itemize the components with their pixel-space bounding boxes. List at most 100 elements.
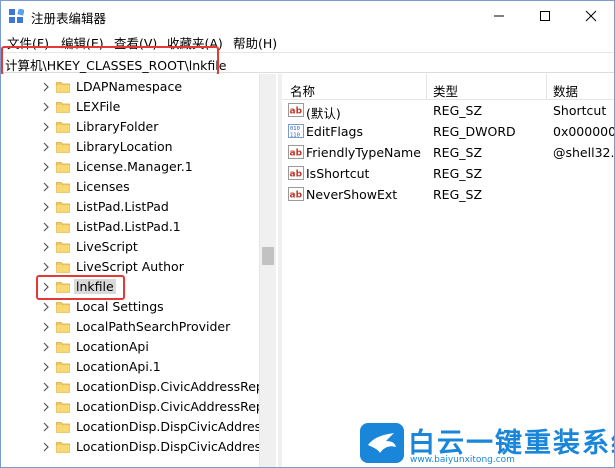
tree-item-label: LiveScript Author bbox=[76, 259, 184, 274]
string-value-icon: ab bbox=[288, 145, 304, 159]
svg-text:110: 110 bbox=[290, 133, 300, 139]
tree-item-label: ListPad.ListPad.1 bbox=[76, 219, 181, 234]
svg-text:ab: ab bbox=[290, 170, 303, 180]
column-header-name[interactable]: 名称 bbox=[290, 81, 315, 100]
maximize-icon bbox=[540, 11, 550, 21]
chevron-right-icon[interactable] bbox=[41, 322, 51, 332]
folder-icon bbox=[56, 302, 70, 313]
tree-item[interactable]: ListPad.ListPad bbox=[1, 197, 259, 217]
chevron-right-icon[interactable] bbox=[41, 202, 51, 212]
value-row[interactable]: 010110EditFlagsREG_DWORD0x0000000 bbox=[282, 121, 614, 142]
value-data: Shortcut bbox=[553, 103, 607, 118]
bird-logo-icon bbox=[360, 423, 404, 463]
value-row[interactable]: ab (默认) REG_SZ Shortcut bbox=[282, 100, 614, 121]
tree-item-label: LocationDisp.CivicAddressRepo bbox=[76, 399, 272, 414]
chevron-right-icon[interactable] bbox=[41, 282, 51, 292]
chevron-right-icon[interactable] bbox=[41, 402, 51, 412]
tree-item[interactable]: LocationDisp.DispCivicAddressR bbox=[1, 437, 276, 457]
tree-item-label: LDAPNamespace bbox=[76, 79, 183, 94]
tree-item[interactable]: LibraryFolder bbox=[1, 117, 259, 137]
value-row[interactable]: ab IsShortcut REG_SZ bbox=[282, 163, 614, 184]
chevron-right-icon[interactable] bbox=[41, 422, 51, 432]
menu-edit[interactable]: 编辑(E) bbox=[61, 33, 104, 52]
value-type: REG_SZ bbox=[433, 187, 483, 202]
menu-file[interactable]: 文件(F) bbox=[7, 33, 49, 52]
tree-item-label: LocationApi.1 bbox=[76, 359, 161, 374]
minimize-button[interactable] bbox=[476, 1, 522, 31]
chevron-right-icon[interactable] bbox=[41, 102, 51, 112]
tree-item[interactable]: LocationDisp.CivicAddressRepo bbox=[1, 397, 272, 417]
address-bar[interactable]: 计算机\HKEY_CLASSES_ROOT\lnkfile bbox=[1, 52, 614, 73]
tree-item-label: LocationDisp.DispCivicAddressR bbox=[76, 439, 277, 454]
string-value-icon: ab bbox=[288, 187, 304, 201]
tree-item-label: lnkfile bbox=[74, 279, 116, 294]
tree-item[interactable]: ListPad.ListPad.1 bbox=[1, 217, 259, 237]
registry-editor-app-icon bbox=[9, 9, 24, 23]
chevron-right-icon[interactable] bbox=[41, 82, 51, 92]
svg-text:ab: ab bbox=[290, 191, 303, 201]
tree-item-label: License.Manager.1 bbox=[76, 159, 193, 174]
chevron-right-icon[interactable] bbox=[41, 302, 51, 312]
tree-vertical-scrollbar[interactable] bbox=[259, 74, 276, 467]
tree-item-label: LEXFile bbox=[76, 99, 121, 114]
chevron-right-icon[interactable] bbox=[41, 342, 51, 352]
menu-view[interactable]: 查看(V) bbox=[114, 33, 157, 52]
value-row[interactable]: ab NeverShowExt REG_SZ bbox=[282, 184, 614, 205]
value-row[interactable]: ab FriendlyTypeName REG_SZ @shell32.c bbox=[282, 142, 615, 163]
window-title: 注册表编辑器 bbox=[31, 11, 107, 26]
column-separator[interactable] bbox=[546, 74, 547, 100]
maximize-button[interactable] bbox=[522, 1, 568, 31]
close-button[interactable] bbox=[568, 1, 614, 31]
chevron-right-icon[interactable] bbox=[41, 242, 51, 252]
tree-item[interactable]: Licenses bbox=[1, 177, 259, 197]
tree-item[interactable]: LocationApi.1 bbox=[1, 357, 259, 377]
chevron-right-icon[interactable] bbox=[41, 382, 51, 392]
dword-value-icon: 010110 bbox=[288, 124, 304, 138]
tree-item[interactable]: lnkfile bbox=[1, 277, 259, 297]
menu-help[interactable]: 帮助(H) bbox=[233, 33, 277, 52]
chevron-right-icon[interactable] bbox=[41, 222, 51, 232]
column-separator[interactable] bbox=[426, 74, 427, 100]
tree-item[interactable]: LocalPathSearchProvider bbox=[1, 317, 259, 337]
tree-item[interactable]: Local Settings bbox=[1, 297, 259, 317]
folder-icon bbox=[56, 142, 70, 153]
chevron-right-icon[interactable] bbox=[41, 182, 51, 192]
chevron-right-icon[interactable] bbox=[41, 142, 51, 152]
value-data: @shell32.c bbox=[553, 145, 615, 160]
tree-item[interactable]: LocationDisp.CivicAddressRepo bbox=[1, 377, 272, 397]
value-type: REG_SZ bbox=[433, 103, 483, 118]
menu-favorites[interactable]: 收藏夹(A) bbox=[167, 33, 223, 52]
tree-item[interactable]: LiveScript bbox=[1, 237, 259, 257]
tree-item[interactable]: LibraryLocation bbox=[1, 137, 259, 157]
folder-icon bbox=[56, 202, 70, 213]
tree-item-label: LocationApi bbox=[76, 339, 149, 354]
string-value-icon: ab bbox=[288, 103, 304, 117]
folder-icon bbox=[56, 442, 70, 453]
tree-item-label: LocationDisp.DispCivicAddressR bbox=[76, 419, 277, 434]
tree-item[interactable]: LiveScript Author bbox=[1, 257, 259, 277]
tree-item[interactable]: License.Manager.1 bbox=[1, 157, 259, 177]
value-name: IsShortcut bbox=[306, 166, 370, 181]
string-value-icon: ab bbox=[288, 166, 304, 180]
folder-icon bbox=[56, 282, 70, 293]
column-header-type[interactable]: 类型 bbox=[433, 81, 458, 100]
tree-item[interactable]: LDAPNamespace bbox=[1, 77, 259, 97]
menu-bar: 文件(F) 编辑(E) 查看(V) 收藏夹(A) 帮助(H) bbox=[1, 31, 614, 51]
chevron-right-icon[interactable] bbox=[41, 122, 51, 132]
folder-icon bbox=[56, 382, 70, 393]
tree-scrollbar-thumb[interactable] bbox=[262, 247, 274, 265]
folder-icon bbox=[56, 422, 70, 433]
tree-item[interactable]: LocationDisp.DispCivicAddressR bbox=[1, 417, 276, 437]
chevron-right-icon[interactable] bbox=[41, 442, 51, 452]
tree-item[interactable]: LocationApi bbox=[1, 337, 259, 357]
address-path[interactable]: 计算机\HKEY_CLASSES_ROOT\lnkfile bbox=[5, 55, 226, 74]
list-header: 名称 类型 数据 bbox=[282, 74, 614, 100]
watermark-url: www.baiyunxitong.com bbox=[410, 455, 515, 465]
column-header-data[interactable]: 数据 bbox=[553, 81, 578, 100]
value-type: REG_SZ bbox=[433, 145, 483, 160]
chevron-right-icon[interactable] bbox=[41, 262, 51, 272]
chevron-right-icon[interactable] bbox=[41, 362, 51, 372]
chevron-right-icon[interactable] bbox=[41, 162, 51, 172]
value-data: 0x0000000 bbox=[553, 124, 614, 139]
tree-item[interactable]: LEXFile bbox=[1, 97, 259, 117]
